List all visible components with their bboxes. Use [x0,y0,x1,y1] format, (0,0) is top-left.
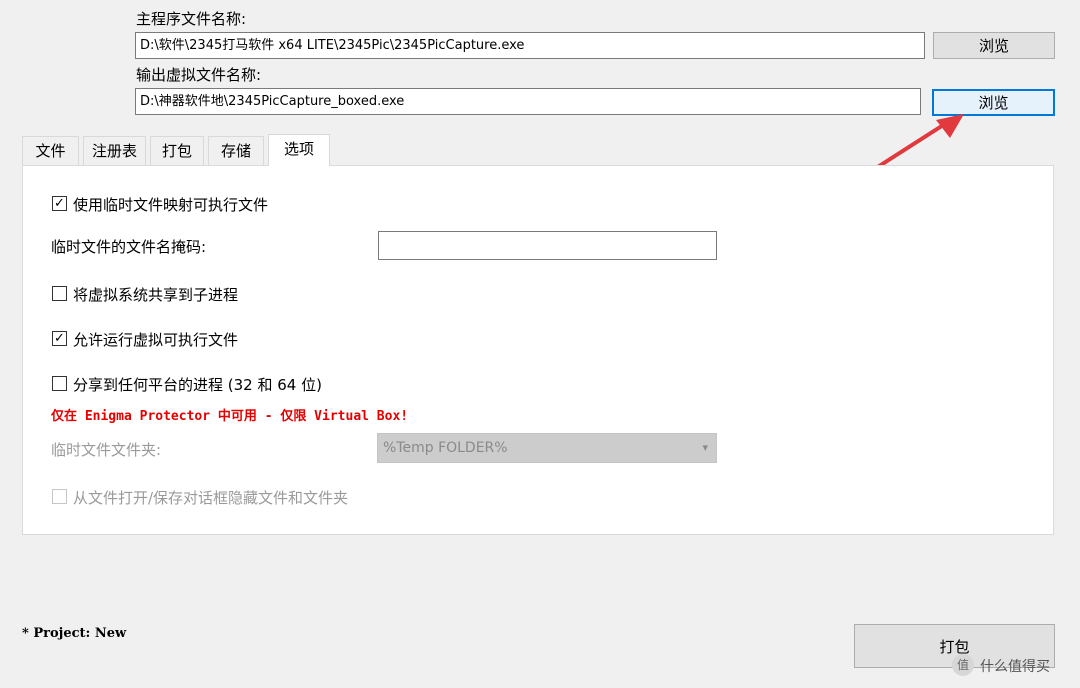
temp-folder-label: 临时文件文件夹: [51,441,162,459]
temp-map-label: 使用临时文件映射可执行文件 [73,196,269,214]
tab-file[interactable]: 文件 [22,136,79,165]
options-panel: ✓ 使用临时文件映射可执行文件 临时文件的文件名掩码: 将虚拟系统共享到子进程 … [22,165,1054,535]
temp-folder-value: %Temp FOLDER% [383,440,508,456]
hide-dialog-checkbox[interactable] [52,489,67,504]
output-file-input[interactable]: D:\神器软件地\2345PicCapture_boxed.exe [135,88,921,115]
watermark-logo-icon: 值 [952,654,974,676]
temp-mask-input[interactable] [378,231,717,260]
temp-map-checkbox[interactable]: ✓ [52,196,67,211]
allow-run-checkbox[interactable]: ✓ [52,331,67,346]
hide-dialog-label: 从文件打开/保存对话框隐藏文件和文件夹 [73,489,349,507]
share-any-checkbox[interactable] [52,376,67,391]
output-file-label: 输出虚拟文件名称: [136,66,262,84]
main-program-browse-button[interactable]: 浏览 [933,32,1055,59]
temp-mask-label: 临时文件的文件名掩码: [51,238,207,256]
project-status: * Project: New [22,626,127,641]
temp-folder-select[interactable]: %Temp FOLDER% ▾ [377,433,717,463]
share-child-label: 将虚拟系统共享到子进程 [73,286,239,304]
tab-storage[interactable]: 存储 [208,136,264,165]
share-child-checkbox[interactable] [52,286,67,301]
tab-registry[interactable]: 注册表 [83,136,146,165]
tab-package[interactable]: 打包 [150,136,204,165]
chevron-down-icon: ▾ [702,441,708,454]
share-any-label: 分享到任何平台的进程 (32 和 64 位) [73,376,322,394]
main-program-label: 主程序文件名称: [136,10,247,28]
main-program-input[interactable]: D:\软件\2345打马软件 x64 LITE\2345Pic\2345PicC… [135,32,925,59]
watermark-text: 什么值得买 [980,659,1050,675]
enigma-warning: 仅在 Enigma Protector 中可用 - 仅限 Virtual Box… [51,409,409,424]
tab-options[interactable]: 选项 [268,134,330,166]
allow-run-label: 允许运行虚拟可执行文件 [73,331,239,349]
